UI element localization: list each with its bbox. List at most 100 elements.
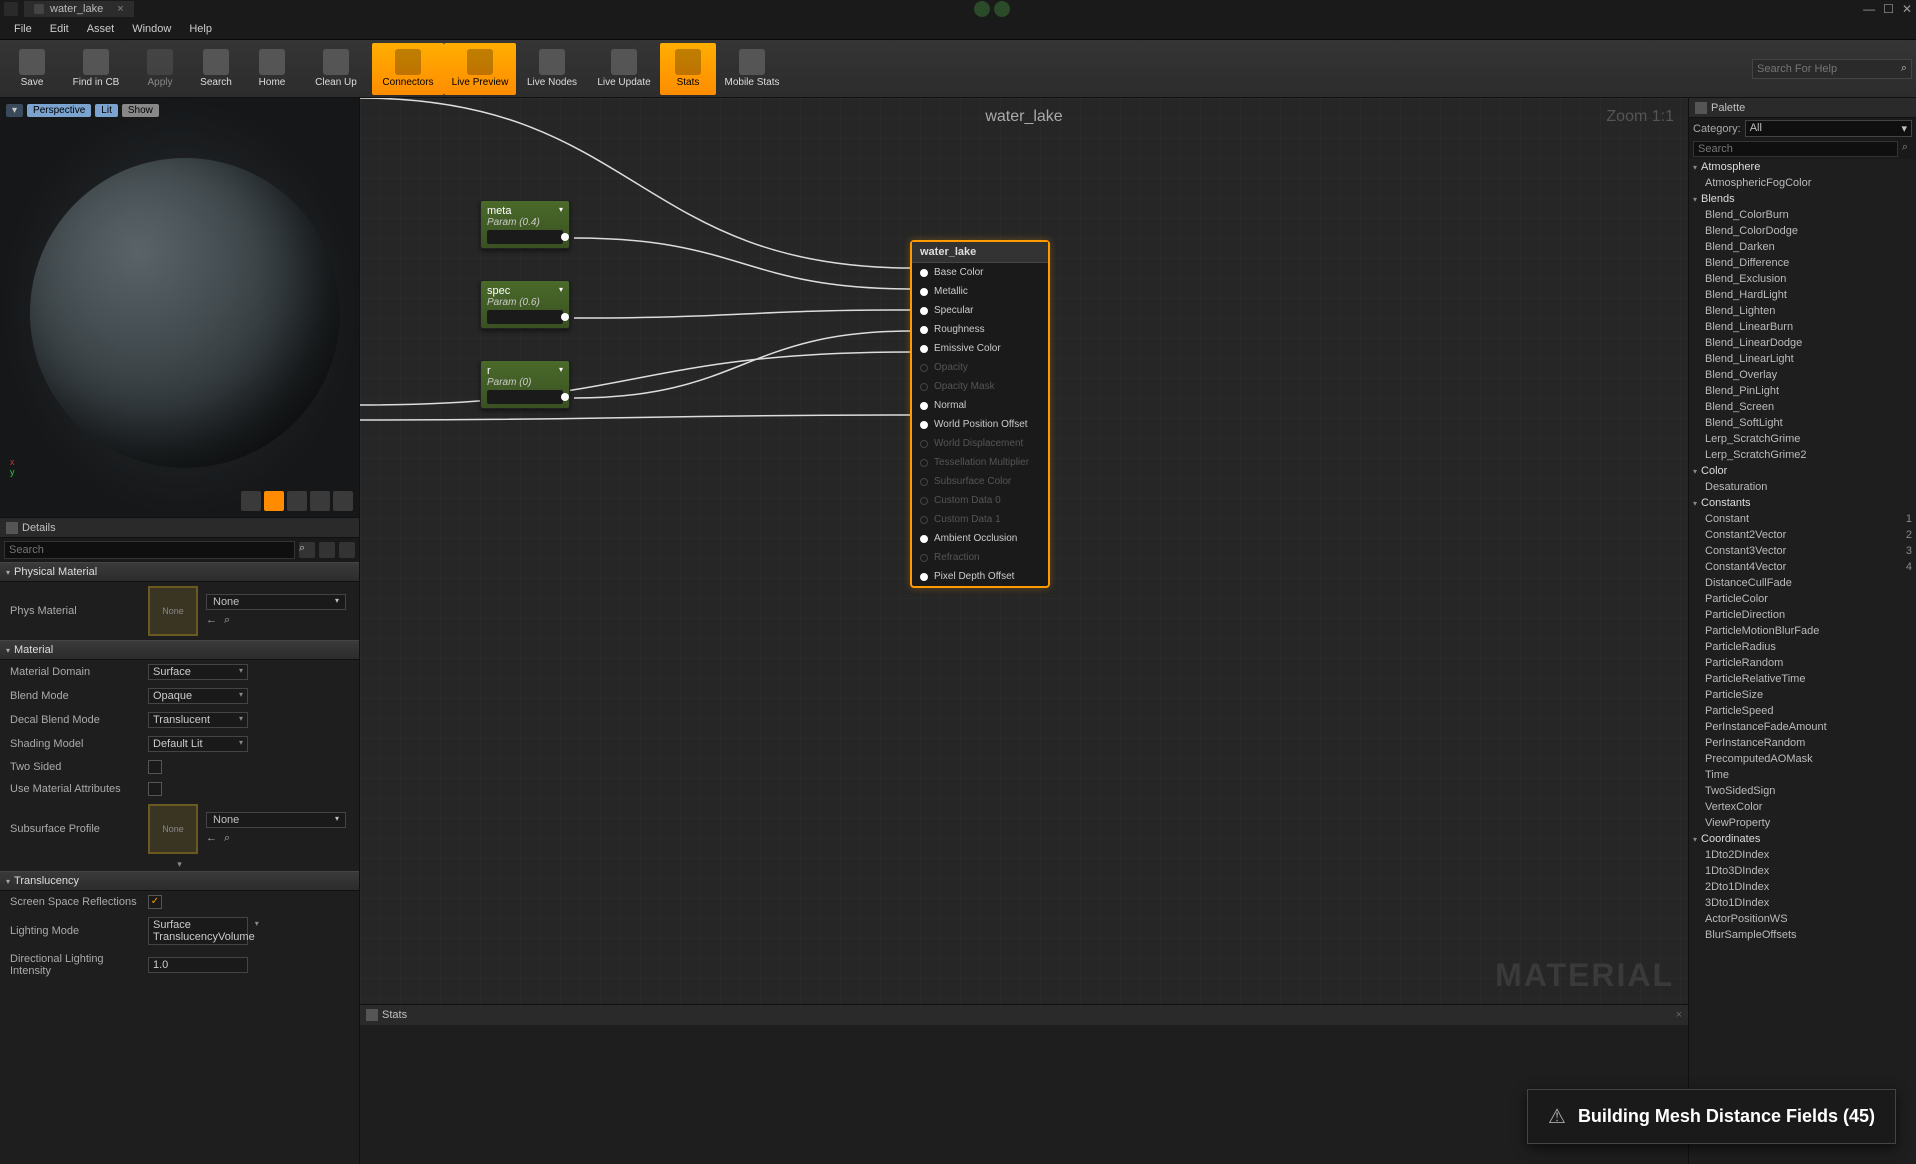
palette-search-input[interactable] — [1693, 141, 1898, 157]
browse-icon[interactable]: ⌕ — [224, 614, 238, 628]
preview-viewport[interactable]: ▾ Perspective Lit Show xy — [0, 98, 359, 518]
pin-world-displacement[interactable]: World Displacement — [912, 434, 1048, 453]
menu-window[interactable]: Window — [124, 21, 179, 37]
close-tab-icon[interactable]: × — [117, 3, 123, 15]
palette-item[interactable]: Blend_ColorBurn — [1689, 207, 1916, 223]
palette-item[interactable]: Blend_SoftLight — [1689, 415, 1916, 431]
output-pin[interactable] — [487, 390, 563, 404]
maximize-icon[interactable]: ☐ — [1883, 2, 1894, 16]
param-node-r[interactable]: rParam (0) — [480, 360, 570, 409]
asset-thumbnail[interactable]: None — [148, 804, 198, 854]
stats-tab[interactable]: Stats × — [360, 1005, 1688, 1025]
palette-tab[interactable]: Palette — [1689, 98, 1916, 118]
notification-icon[interactable] — [974, 1, 990, 17]
pin-opacity[interactable]: Opacity — [912, 358, 1048, 377]
palette-item[interactable]: ActorPositionWS — [1689, 911, 1916, 927]
save-button[interactable]: Save — [4, 43, 60, 95]
mobile-stats-button[interactable]: Mobile Stats — [716, 43, 788, 95]
eye-icon[interactable] — [339, 542, 355, 558]
palette-item[interactable]: Constant1 — [1689, 511, 1916, 527]
viewport-menu-button[interactable]: ▾ — [6, 104, 23, 117]
palette-item[interactable]: Blend_LinearDodge — [1689, 335, 1916, 351]
palette-item[interactable]: ParticleSize — [1689, 687, 1916, 703]
palette-item[interactable]: ViewProperty — [1689, 815, 1916, 831]
palette-item[interactable]: Blend_Overlay — [1689, 367, 1916, 383]
asset-thumbnail[interactable]: None — [148, 586, 198, 636]
cube-primitive-icon[interactable] — [310, 491, 330, 511]
use-selected-icon[interactable]: ← — [206, 614, 220, 628]
palette-item[interactable]: Desaturation — [1689, 479, 1916, 495]
pin-normal[interactable]: Normal — [912, 396, 1048, 415]
palette-item[interactable]: Blend_HardLight — [1689, 287, 1916, 303]
minimize-icon[interactable]: — — [1863, 2, 1875, 16]
palette-item[interactable]: ParticleSpeed — [1689, 703, 1916, 719]
dropdown[interactable]: Translucent — [148, 712, 248, 728]
pin-custom-data-0[interactable]: Custom Data 0 — [912, 491, 1048, 510]
palette-item[interactable]: Blend_LinearBurn — [1689, 319, 1916, 335]
dropdown[interactable]: Surface TranslucencyVolume — [148, 917, 248, 945]
category-material[interactable]: Material — [0, 640, 359, 660]
help-search-input[interactable] — [1757, 63, 1901, 75]
palette-item[interactable]: Blend_Lighten — [1689, 303, 1916, 319]
apply-button[interactable]: Apply — [132, 43, 188, 95]
pin-opacity-mask[interactable]: Opacity Mask — [912, 377, 1048, 396]
menu-edit[interactable]: Edit — [42, 21, 77, 37]
pin-world-position-offset[interactable]: World Position Offset — [912, 415, 1048, 434]
close-icon[interactable]: × — [1676, 1009, 1682, 1021]
dropdown[interactable]: Opaque — [148, 688, 248, 704]
palette-item[interactable]: Lerp_ScratchGrime2 — [1689, 447, 1916, 463]
search-button[interactable]: Search — [188, 43, 244, 95]
palette-item[interactable]: ParticleDirection — [1689, 607, 1916, 623]
pin-tessellation-multiplier[interactable]: Tessellation Multiplier — [912, 453, 1048, 472]
palette-category-coordinates[interactable]: Coordinates — [1689, 831, 1916, 847]
find-in-cb-button[interactable]: Find in CB — [60, 43, 132, 95]
pin-custom-data-1[interactable]: Custom Data 1 — [912, 510, 1048, 529]
palette-item[interactable]: Blend_Darken — [1689, 239, 1916, 255]
palette-item[interactable]: Time — [1689, 767, 1916, 783]
category-dropdown[interactable]: All — [1745, 120, 1912, 137]
pin-roughness[interactable]: Roughness — [912, 320, 1048, 339]
output-pin[interactable] — [487, 230, 563, 244]
home-button[interactable]: Home — [244, 43, 300, 95]
result-node[interactable]: water_lakeBase ColorMetallicSpecularRoug… — [910, 240, 1050, 588]
asset-dropdown[interactable]: None — [206, 812, 346, 828]
category-translucency[interactable]: Translucency — [0, 871, 359, 891]
palette-item[interactable]: VertexColor — [1689, 799, 1916, 815]
category-physical-material[interactable]: Physical Material — [0, 562, 359, 582]
palette-category-color[interactable]: Color — [1689, 463, 1916, 479]
dropdown[interactable]: Default Lit — [148, 736, 248, 752]
use-selected-icon[interactable]: ← — [206, 832, 220, 846]
browse-icon[interactable]: ⌕ — [224, 832, 238, 846]
palette-item[interactable]: ParticleMotionBlurFade — [1689, 623, 1916, 639]
palette-item[interactable]: Blend_Exclusion — [1689, 271, 1916, 287]
expand-toggle[interactable]: ▾ — [0, 858, 359, 871]
live-preview-button[interactable]: Live Preview — [444, 43, 516, 95]
menu-asset[interactable]: Asset — [79, 21, 123, 37]
palette-category-blends[interactable]: Blends — [1689, 191, 1916, 207]
pin-pixel-depth-offset[interactable]: Pixel Depth Offset — [912, 567, 1048, 586]
palette-item[interactable]: ParticleRandom — [1689, 655, 1916, 671]
dropdown[interactable]: Surface — [148, 664, 248, 680]
palette-item[interactable]: 1Dto3DIndex — [1689, 863, 1916, 879]
details-search-input[interactable] — [4, 541, 295, 559]
checkbox[interactable] — [148, 760, 162, 774]
palette-item[interactable]: AtmosphericFogColor — [1689, 175, 1916, 191]
palette-category-atmosphere[interactable]: Atmosphere — [1689, 159, 1916, 175]
menu-file[interactable]: File — [6, 21, 40, 37]
plane-primitive-icon[interactable] — [287, 491, 307, 511]
pin-subsurface-color[interactable]: Subsurface Color — [912, 472, 1048, 491]
palette-item[interactable]: Blend_Screen — [1689, 399, 1916, 415]
palette-item[interactable]: ParticleRelativeTime — [1689, 671, 1916, 687]
palette-item[interactable]: Blend_LinearLight — [1689, 351, 1916, 367]
palette-item[interactable]: Blend_ColorDodge — [1689, 223, 1916, 239]
palette-item[interactable]: TwoSidedSign — [1689, 783, 1916, 799]
search-icon[interactable]: ⌕ — [1898, 141, 1912, 157]
details-tab[interactable]: Details — [0, 518, 359, 538]
sphere-primitive-icon[interactable] — [264, 491, 284, 511]
show-button[interactable]: Show — [122, 104, 159, 117]
pin-specular[interactable]: Specular — [912, 301, 1048, 320]
palette-item[interactable]: Constant3Vector3 — [1689, 543, 1916, 559]
perspective-button[interactable]: Perspective — [27, 104, 91, 117]
pin-emissive-color[interactable]: Emissive Color — [912, 339, 1048, 358]
cylinder-primitive-icon[interactable] — [241, 491, 261, 511]
